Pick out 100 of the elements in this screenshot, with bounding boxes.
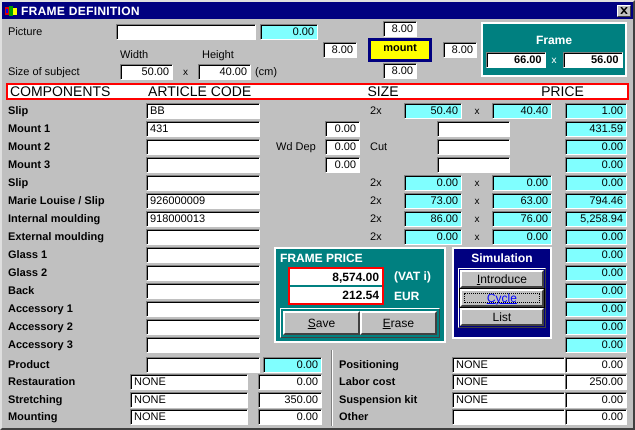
- width-field[interactable]: 50.00: [120, 64, 173, 80]
- service-price-field[interactable]: 0.00: [565, 356, 627, 373]
- column-header: PRICE: [540, 85, 585, 98]
- price-field[interactable]: 0.00: [565, 337, 627, 353]
- component-label: Marie Louise / Slip: [8, 195, 105, 207]
- price-field[interactable]: 794.46: [565, 193, 627, 209]
- multiplier-label: 2x: [370, 231, 382, 243]
- article-code-field[interactable]: [146, 283, 260, 299]
- times-sign: x: [552, 54, 556, 66]
- width-label: Width: [120, 49, 150, 61]
- simulation-button[interactable]: List: [460, 308, 544, 326]
- price-field[interactable]: 5,258.94: [565, 211, 627, 227]
- cut-field[interactable]: [437, 121, 510, 137]
- price-field[interactable]: 0.00: [565, 157, 627, 173]
- close-button[interactable]: [617, 4, 631, 16]
- service-price-field[interactable]: 250.00: [565, 374, 627, 390]
- cut-label: Cut: [370, 141, 388, 153]
- mount-top-field[interactable]: 8.00: [383, 21, 417, 37]
- price-field[interactable]: 431.59: [565, 121, 627, 137]
- picture-price-field[interactable]: 0.00: [260, 24, 318, 40]
- article-code-field[interactable]: [146, 337, 260, 353]
- size-width-field[interactable]: 73.00: [404, 193, 462, 209]
- price-field[interactable]: 0.00: [565, 175, 627, 191]
- price-field[interactable]: 0.00: [565, 139, 627, 155]
- service-price-field[interactable]: 0.00: [258, 374, 322, 390]
- product-price-field[interactable]: 0.00: [263, 356, 322, 373]
- mount-right-field[interactable]: 8.00: [443, 42, 477, 58]
- service-field[interactable]: NONE: [452, 356, 565, 373]
- cut-field[interactable]: [437, 157, 510, 173]
- article-code-field[interactable]: [146, 229, 260, 245]
- depth-field[interactable]: 0.00: [325, 157, 360, 173]
- price-field[interactable]: 0.00: [565, 283, 627, 299]
- times-sign: x: [474, 106, 480, 116]
- service-label: Suspension kit: [339, 394, 418, 406]
- service-field[interactable]: NONE: [130, 409, 248, 426]
- service-price-field[interactable]: 0.00: [565, 392, 627, 408]
- price-field[interactable]: 1.00: [565, 103, 627, 119]
- price-field[interactable]: 0.00: [565, 247, 627, 263]
- article-code-field[interactable]: [146, 356, 260, 373]
- size-height-field[interactable]: 76.00: [492, 211, 552, 227]
- article-code-field[interactable]: 431: [146, 121, 260, 137]
- simulation-button[interactable]: Cycle: [460, 289, 544, 307]
- price-field[interactable]: 0.00: [565, 319, 627, 335]
- height-field[interactable]: 40.00: [198, 64, 251, 80]
- service-label: Stretching: [8, 394, 64, 406]
- action-button[interactable]: Erase: [360, 311, 437, 335]
- mount-bottom-field[interactable]: 8.00: [383, 63, 417, 79]
- height-label: Height: [202, 49, 234, 61]
- service-field[interactable]: NONE: [452, 392, 565, 408]
- article-code-field[interactable]: [146, 265, 260, 281]
- size-height-field[interactable]: 0.00: [492, 175, 552, 191]
- article-code-field[interactable]: [146, 139, 260, 155]
- article-code-field[interactable]: [146, 157, 260, 173]
- simulation-title: Simulation: [471, 251, 533, 265]
- picture-field[interactable]: [116, 24, 256, 40]
- component-label: External moulding: [8, 231, 104, 243]
- article-code-field[interactable]: [146, 319, 260, 335]
- size-width-field[interactable]: 0.00: [404, 229, 462, 245]
- cut-field[interactable]: [437, 139, 510, 155]
- depth-field[interactable]: 0.00: [325, 139, 360, 155]
- times-sign: x: [474, 232, 480, 242]
- mount-left-field[interactable]: 8.00: [323, 42, 357, 58]
- amount-field[interactable]: 212.54: [290, 287, 382, 303]
- size-height-field[interactable]: 0.00: [492, 229, 552, 245]
- component-label: Mount 3: [8, 159, 50, 171]
- service-price-field[interactable]: 0.00: [565, 409, 627, 426]
- price-field[interactable]: 0.00: [565, 265, 627, 281]
- depth-field[interactable]: 0.00: [325, 121, 360, 137]
- price-field[interactable]: 0.00: [565, 229, 627, 245]
- component-label: Slip: [8, 177, 28, 189]
- service-label: Mounting: [8, 411, 58, 424]
- service-field[interactable]: NONE: [452, 374, 565, 390]
- size-width-field[interactable]: 0.00: [404, 175, 462, 191]
- article-code-field[interactable]: [146, 175, 260, 191]
- article-code-field[interactable]: [146, 301, 260, 317]
- size-height-field[interactable]: 63.00: [492, 193, 552, 209]
- article-code-field[interactable]: BB: [146, 103, 260, 119]
- article-code-field[interactable]: 926000009: [146, 193, 260, 209]
- size-width-field[interactable]: 86.00: [404, 211, 462, 227]
- service-field[interactable]: NONE: [130, 374, 248, 390]
- service-field[interactable]: [452, 409, 565, 426]
- simulation-button[interactable]: Introduce: [460, 270, 544, 288]
- service-price-field[interactable]: 350.00: [258, 392, 322, 408]
- service-price-field[interactable]: 0.00: [258, 409, 322, 426]
- article-code-field[interactable]: 918000013: [146, 211, 260, 227]
- frame-title: Frame: [536, 33, 572, 47]
- size-height-field[interactable]: 40.40: [492, 103, 552, 119]
- article-code-field[interactable]: [146, 247, 260, 263]
- action-button[interactable]: Save: [283, 311, 360, 335]
- currency-label: EUR: [394, 289, 420, 303]
- price-field[interactable]: 0.00: [565, 301, 627, 317]
- times-sign: x: [183, 66, 188, 78]
- frame-price-title: FRAME PRICE: [280, 251, 364, 265]
- frame-width-field[interactable]: 66.00: [486, 52, 546, 68]
- service-field[interactable]: NONE: [130, 392, 248, 408]
- frame-height-field[interactable]: 56.00: [562, 52, 622, 68]
- size-width-field[interactable]: 50.40: [404, 103, 462, 119]
- service-label: Restauration: [8, 376, 76, 388]
- total-price-field[interactable]: 8,574.00: [290, 269, 382, 285]
- picture-label: Picture: [8, 26, 44, 38]
